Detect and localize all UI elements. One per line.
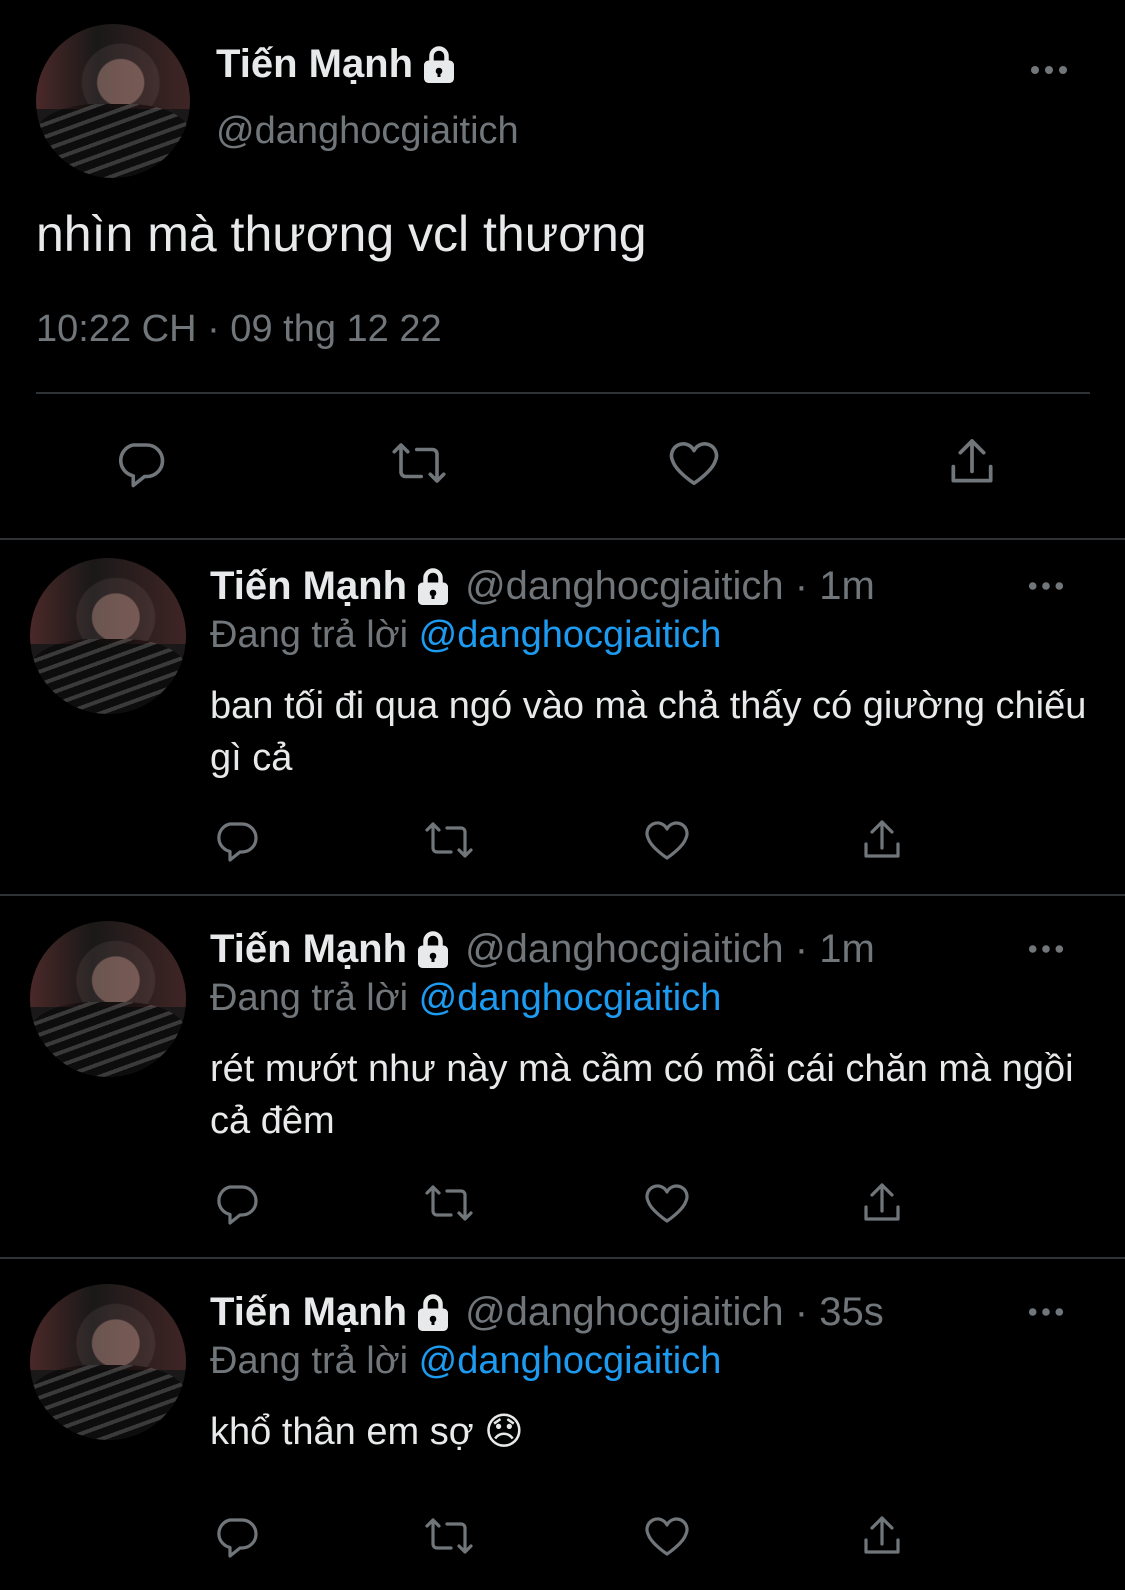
- divider: [36, 392, 1090, 394]
- more-icon[interactable]: [1029, 64, 1069, 76]
- lock-icon: [421, 45, 457, 85]
- reply-header: Tiến Mạnh @danghocgiaitich · 35s: [210, 1290, 884, 1335]
- reply-icon[interactable]: [212, 1512, 260, 1560]
- author-name[interactable]: Tiến Mạnh: [216, 42, 457, 87]
- reply-icon[interactable]: [212, 1179, 260, 1227]
- mention-link[interactable]: @danghocgiaitich: [419, 614, 722, 656]
- author-handle[interactable]: @danghocgiaitich: [216, 110, 519, 153]
- replying-to: Đang trả lời @danghocgiaitich: [210, 1340, 721, 1383]
- replying-to: Đang trả lời @danghocgiaitich: [210, 614, 721, 657]
- reply-tweet[interactable]: Tiến Mạnh @danghocgiaitich · 35s Đang tr…: [0, 1266, 1125, 1590]
- avatar[interactable]: [30, 1284, 186, 1440]
- tweet-actions: [0, 816, 1125, 866]
- tweet-text: rét mướt như này mà cầm có mỗi cái chăn …: [210, 1048, 1074, 1142]
- tweet-text: khổ thân em sợ 😞: [210, 1411, 524, 1453]
- divider: [0, 894, 1125, 896]
- like-icon[interactable]: [643, 1512, 691, 1560]
- mention-link[interactable]: @danghocgiaitich: [419, 977, 722, 1019]
- tweet-text: ban tối đi qua ngó vào mà chả thấy có gi…: [210, 685, 1087, 779]
- author-handle-time[interactable]: @danghocgiaitich · 35s: [465, 1290, 884, 1335]
- replying-label: Đang trả lời: [210, 614, 409, 656]
- tweet-actions: [0, 1512, 1125, 1562]
- author-display-name[interactable]: Tiến Mạnh: [216, 42, 413, 87]
- author-display-name[interactable]: Tiến Mạnh: [210, 927, 407, 972]
- tweet-timestamp[interactable]: 10:22 CH · 09 thg 12 22: [36, 308, 442, 351]
- reply-tweet[interactable]: Tiến Mạnh @danghocgiaitich · 1m Đang trả…: [0, 540, 1125, 896]
- reply-icon[interactable]: [212, 816, 260, 864]
- mention-link[interactable]: @danghocgiaitich: [419, 1340, 722, 1382]
- reply-tweet[interactable]: Tiến Mạnh @danghocgiaitich · 1m Đang trả…: [0, 903, 1125, 1259]
- author-display-name[interactable]: Tiến Mạnh: [210, 1290, 407, 1335]
- reply-header: Tiến Mạnh @danghocgiaitich · 1m: [210, 564, 875, 609]
- more-icon[interactable]: [1027, 943, 1065, 955]
- retweet-icon[interactable]: [388, 436, 450, 490]
- author-handle-time[interactable]: @danghocgiaitich · 1m: [465, 927, 875, 972]
- retweet-icon[interactable]: [422, 1512, 476, 1560]
- reply-icon[interactable]: [112, 436, 168, 490]
- share-icon[interactable]: [858, 1512, 906, 1560]
- lock-icon: [415, 1293, 451, 1333]
- more-icon[interactable]: [1027, 1306, 1065, 1318]
- like-icon[interactable]: [666, 436, 722, 490]
- tweet-text: nhìn mà thương vcl thương: [36, 206, 647, 262]
- author-display-name[interactable]: Tiến Mạnh: [210, 564, 407, 609]
- like-icon[interactable]: [643, 1179, 691, 1227]
- share-icon[interactable]: [944, 434, 1000, 490]
- lock-icon: [415, 567, 451, 607]
- tweet-actions: [0, 1179, 1125, 1229]
- main-tweet: Tiến Mạnh @danghocgiaitich nhìn mà thươn…: [0, 0, 1125, 540]
- share-icon[interactable]: [858, 1179, 906, 1227]
- share-icon[interactable]: [858, 816, 906, 864]
- replying-label: Đang trả lời: [210, 1340, 409, 1382]
- like-icon[interactable]: [643, 816, 691, 864]
- avatar[interactable]: [30, 558, 186, 714]
- retweet-icon[interactable]: [422, 816, 476, 864]
- divider: [0, 1257, 1125, 1259]
- lock-icon: [415, 930, 451, 970]
- replying-label: Đang trả lời: [210, 977, 409, 1019]
- reply-header: Tiến Mạnh @danghocgiaitich · 1m: [210, 927, 875, 972]
- avatar[interactable]: [30, 921, 186, 1077]
- replying-to: Đang trả lời @danghocgiaitich: [210, 977, 721, 1020]
- author-handle-time[interactable]: @danghocgiaitich · 1m: [465, 564, 875, 609]
- more-icon[interactable]: [1027, 580, 1065, 592]
- avatar[interactable]: [36, 24, 190, 178]
- tweet-actions: [0, 436, 1125, 496]
- retweet-icon[interactable]: [422, 1179, 476, 1227]
